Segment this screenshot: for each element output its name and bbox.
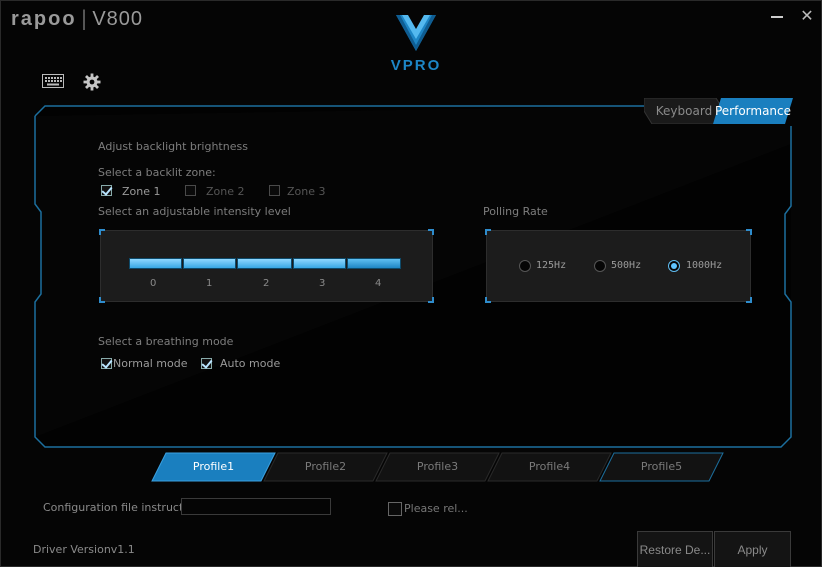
zone2-checkbox[interactable] bbox=[185, 185, 196, 196]
tab-keyboard[interactable]: Keyboard bbox=[644, 98, 724, 124]
normal-mode-label: Normal mode bbox=[113, 357, 188, 370]
tab-profile3[interactable]: Profile3 bbox=[375, 452, 500, 482]
intensity-tick: 0 bbox=[150, 278, 157, 289]
please-label: Please rel... bbox=[404, 502, 468, 515]
intensity-tick: 4 bbox=[375, 278, 382, 289]
driver-version: Driver Versionv1.1 bbox=[33, 543, 135, 556]
close-icon: ✕ bbox=[800, 6, 814, 25]
tab-profile4[interactable]: Profile4 bbox=[487, 452, 612, 482]
intensity-segment-1[interactable] bbox=[129, 258, 182, 269]
tab-profile3-label: Profile3 bbox=[416, 460, 459, 473]
corner bbox=[99, 297, 105, 303]
tab-profile2[interactable]: Profile2 bbox=[263, 452, 388, 482]
zone3-checkbox[interactable] bbox=[269, 185, 280, 196]
corner bbox=[485, 229, 491, 235]
polling-125-radio[interactable] bbox=[519, 260, 531, 272]
intensity-tick: 1 bbox=[206, 278, 213, 289]
auto-mode-label: Auto mode bbox=[220, 357, 281, 370]
polling-1000-label: 1000Hz bbox=[686, 260, 723, 271]
tab-performance[interactable]: Performance bbox=[713, 98, 793, 124]
minimize-button[interactable] bbox=[767, 7, 787, 25]
tab-profile1[interactable]: Profile1 bbox=[151, 452, 276, 482]
corner bbox=[746, 297, 752, 303]
corner bbox=[485, 297, 491, 303]
breathing-label: Select a breathing mode bbox=[98, 335, 234, 348]
tab-profile5-label: Profile5 bbox=[640, 460, 683, 473]
polling-500-radio[interactable] bbox=[594, 260, 606, 272]
tab-profile2-label: Profile2 bbox=[304, 460, 347, 473]
intensity-segment-2[interactable] bbox=[183, 258, 236, 269]
minimize-icon bbox=[771, 16, 783, 18]
polling-125-label: 125Hz bbox=[536, 260, 567, 271]
model-name: V800 bbox=[92, 8, 144, 30]
corner bbox=[428, 297, 434, 303]
corner bbox=[428, 229, 434, 235]
gear-icon[interactable] bbox=[83, 73, 105, 91]
intensity-label: Select an adjustable intensity level bbox=[98, 205, 291, 218]
normal-mode-checkbox[interactable] bbox=[101, 358, 112, 369]
vpro-logo: VPRO bbox=[381, 11, 451, 77]
tab-keyboard-label: Keyboard bbox=[655, 104, 713, 118]
polling-rate-label: Polling Rate bbox=[483, 205, 548, 218]
close-button[interactable]: ✕ bbox=[797, 7, 817, 25]
tab-profile1-label: Profile1 bbox=[192, 460, 235, 473]
logo-text: VPRO bbox=[390, 57, 442, 74]
brand-separator: | bbox=[80, 6, 89, 30]
restore-defaults-button[interactable]: Restore De... bbox=[637, 531, 713, 567]
backlight-title: Adjust backlight brightness bbox=[98, 140, 248, 153]
tab-profile5[interactable]: Profile5 bbox=[599, 452, 724, 482]
apply-button[interactable]: Apply bbox=[714, 531, 791, 567]
zone1-checkbox[interactable] bbox=[101, 185, 112, 196]
app-window: rapoo | V800 ✕ VPRO Keyboard Performance… bbox=[0, 0, 822, 567]
polling-1000-radio[interactable] bbox=[668, 260, 680, 272]
intensity-segment-4[interactable] bbox=[293, 258, 346, 269]
corner bbox=[746, 229, 752, 235]
intensity-segment-3[interactable] bbox=[237, 258, 292, 269]
brand-name: rapoo bbox=[11, 8, 77, 30]
config-input[interactable] bbox=[181, 498, 331, 515]
auto-mode-checkbox[interactable] bbox=[201, 358, 212, 369]
brand-title: rapoo | V800 bbox=[11, 6, 143, 31]
zone2-label: Zone 2 bbox=[206, 185, 245, 198]
keyboard-icon[interactable] bbox=[42, 73, 64, 91]
intensity-tick: 3 bbox=[319, 278, 326, 289]
please-checkbox[interactable] bbox=[388, 502, 402, 516]
zone1-label: Zone 1 bbox=[122, 185, 161, 198]
profile-tabs: Profile1 Profile2 Profile3 Profile4 Prof… bbox=[151, 452, 726, 482]
zone-label: Select a backlit zone: bbox=[98, 166, 216, 179]
intensity-segment-5[interactable] bbox=[347, 258, 401, 269]
tab-profile4-label: Profile4 bbox=[528, 460, 571, 473]
zone3-label: Zone 3 bbox=[287, 185, 326, 198]
vpro-logo-icon bbox=[396, 15, 436, 51]
intensity-tick: 2 bbox=[263, 278, 270, 289]
polling-500-label: 500Hz bbox=[611, 260, 642, 271]
corner bbox=[99, 229, 105, 235]
tab-performance-label: Performance bbox=[714, 104, 792, 118]
